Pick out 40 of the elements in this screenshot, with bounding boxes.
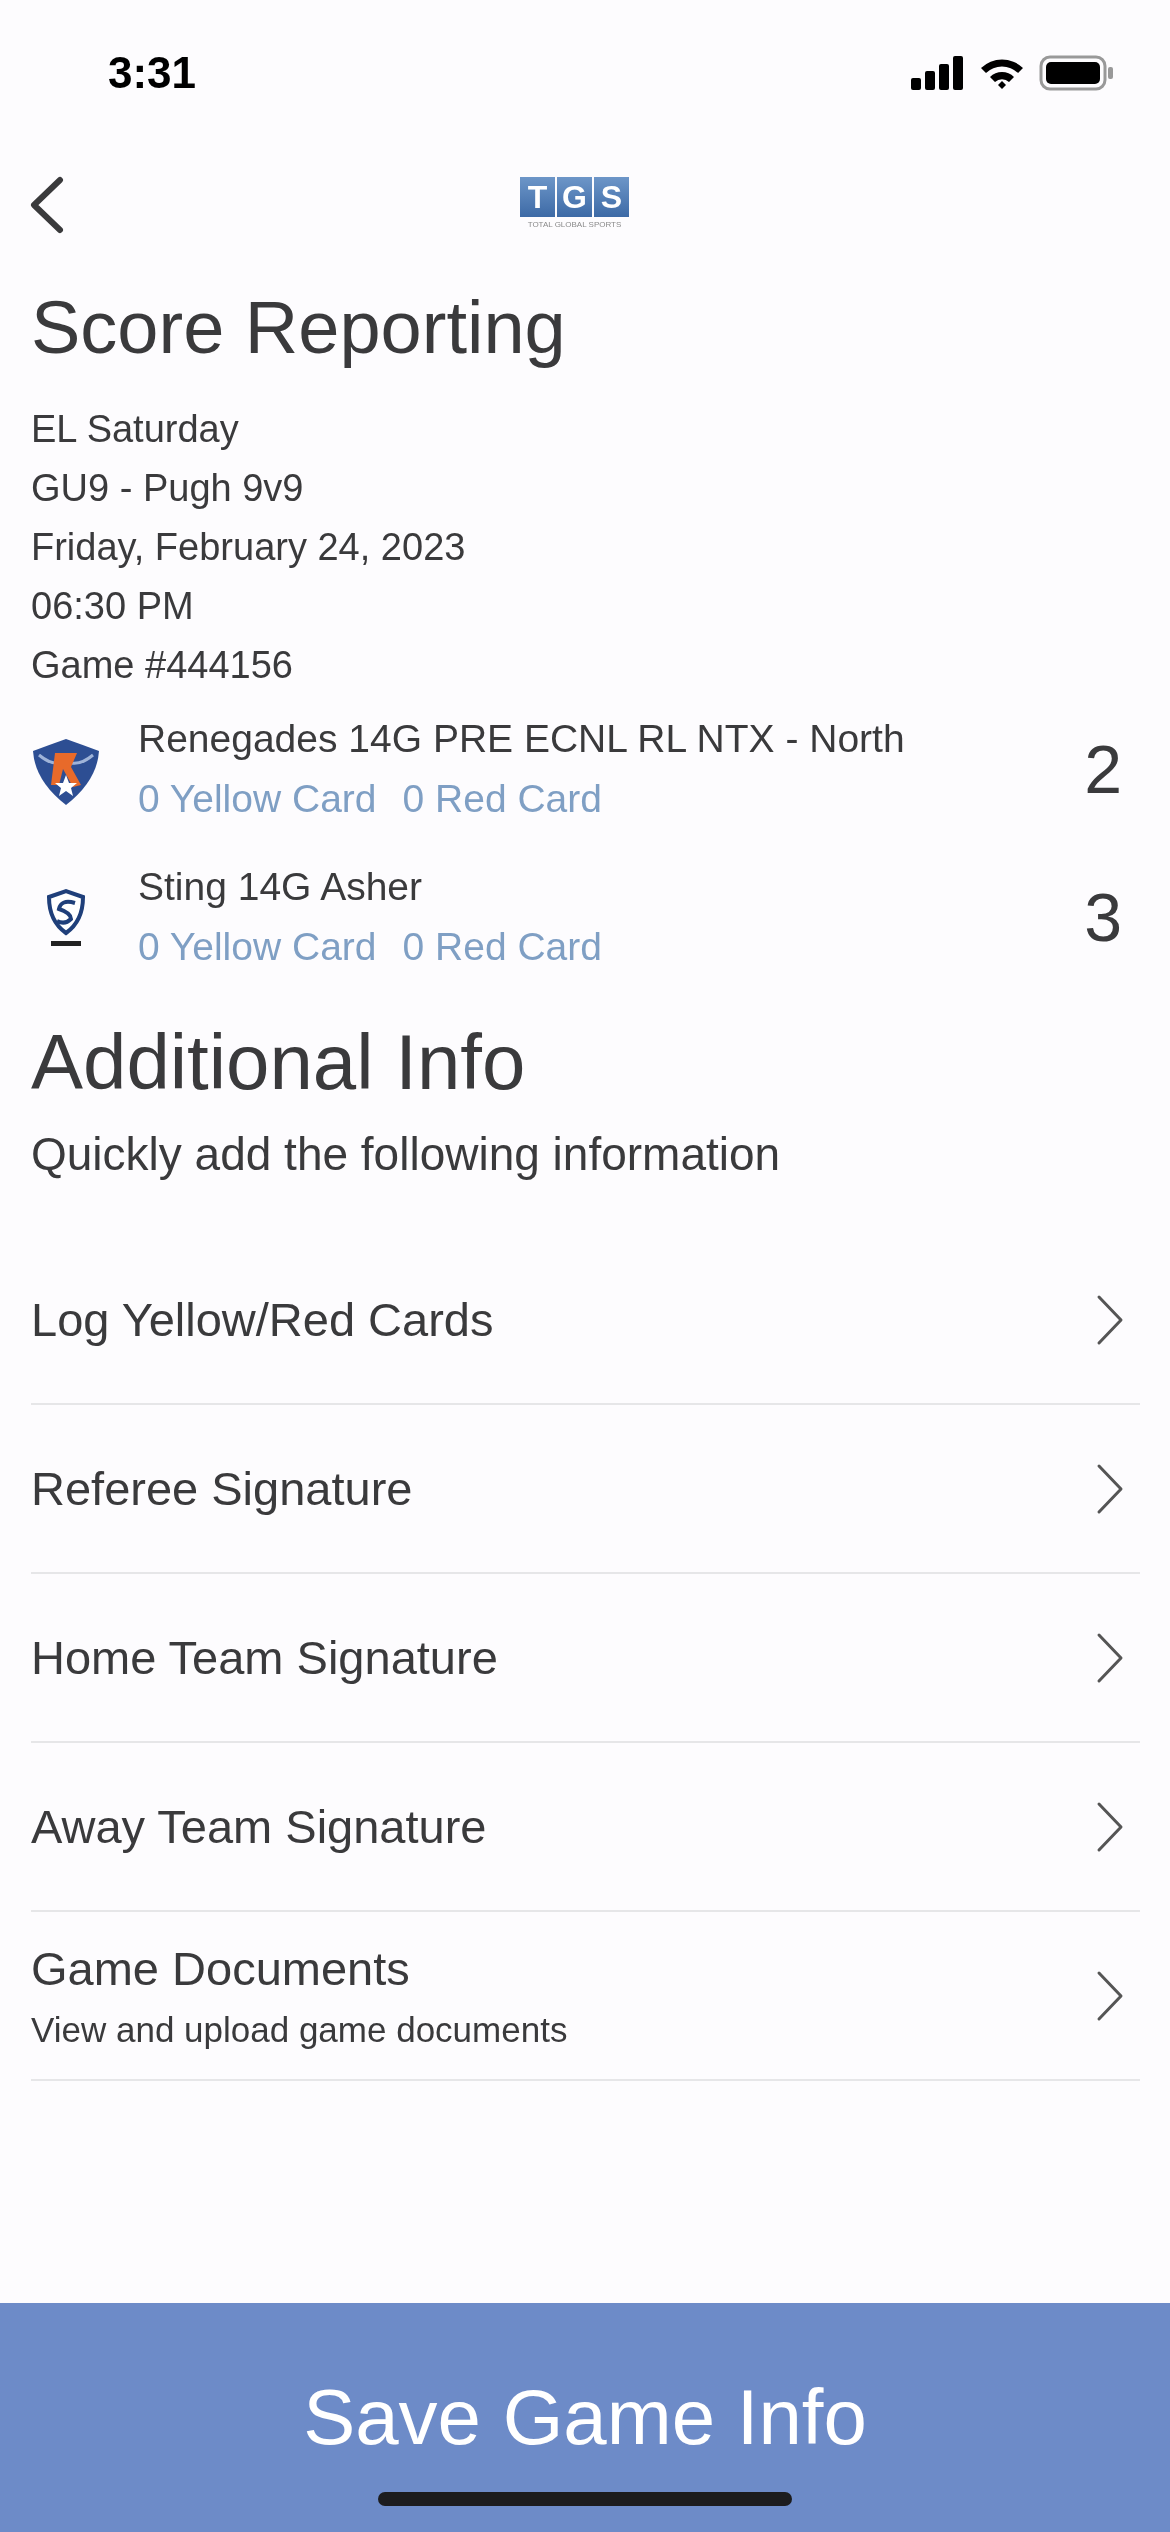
caution-card-count: 0 Yellow Card [138, 776, 377, 822]
game-info-line: Friday, February 24, 2023 [31, 525, 467, 570]
logo-letter: G [557, 177, 592, 217]
signal-icon [911, 55, 965, 90]
logo-caption: TOTAL GLOBAL SPORTS [527, 220, 622, 229]
ejection-card-count: 0 Red Card [402, 924, 602, 970]
logo-letter: S [594, 177, 629, 217]
section-title: Additional Info [31, 1017, 527, 1108]
list-item[interactable]: Game Documents View and upload game documents [31, 1912, 1140, 2081]
chevron-right-icon [1096, 1293, 1124, 1346]
team-score: 2 [1084, 730, 1122, 808]
caution-card-count: 0 Yellow Card [138, 924, 377, 970]
chevron-right-icon [1096, 1631, 1124, 1684]
item-label: Log Yellow/Red Cards [31, 1292, 494, 1347]
chevron-right-icon [1096, 1462, 1124, 1515]
game-info-line: Game #444156 [31, 643, 294, 688]
ejection-card-count: 0 Red Card [402, 776, 602, 822]
team-score: 3 [1084, 878, 1122, 956]
status-time: 3:31 [108, 47, 197, 98]
chevron-right-icon [1096, 1800, 1124, 1853]
item-label: Game Documents [31, 1941, 411, 1996]
team-name: Renegades 14G PRE ECNL RL NTX - North [138, 716, 906, 762]
list-item[interactable]: Referee Signature [31, 1405, 1140, 1574]
item-description: View and upload game documents [31, 2010, 568, 2050]
battery-icon [1039, 54, 1115, 91]
item-label: Home Team Signature [31, 1630, 498, 1685]
list-item[interactable]: Log Yellow/Red Cards [31, 1236, 1140, 1405]
item-label: Referee Signature [31, 1461, 413, 1516]
logo-letter: T [520, 177, 555, 217]
back-button[interactable] [28, 176, 64, 234]
item-label: Away Team Signature [31, 1799, 487, 1854]
game-info-line: EL Saturday [31, 407, 240, 452]
page-title: Score Reporting [31, 285, 567, 371]
list-item[interactable]: Away Team Signature [31, 1743, 1140, 1912]
list-item[interactable]: Home Team Signature [31, 1574, 1140, 1743]
section-subtitle: Quickly add the following information [31, 1127, 782, 1182]
team-name: Sting 14G Asher [138, 864, 423, 910]
game-info-line: GU9 - Pugh 9v9 [31, 466, 305, 511]
game-info-line: 06:30 PM [31, 584, 195, 629]
chevron-right-icon [1096, 1969, 1124, 2022]
